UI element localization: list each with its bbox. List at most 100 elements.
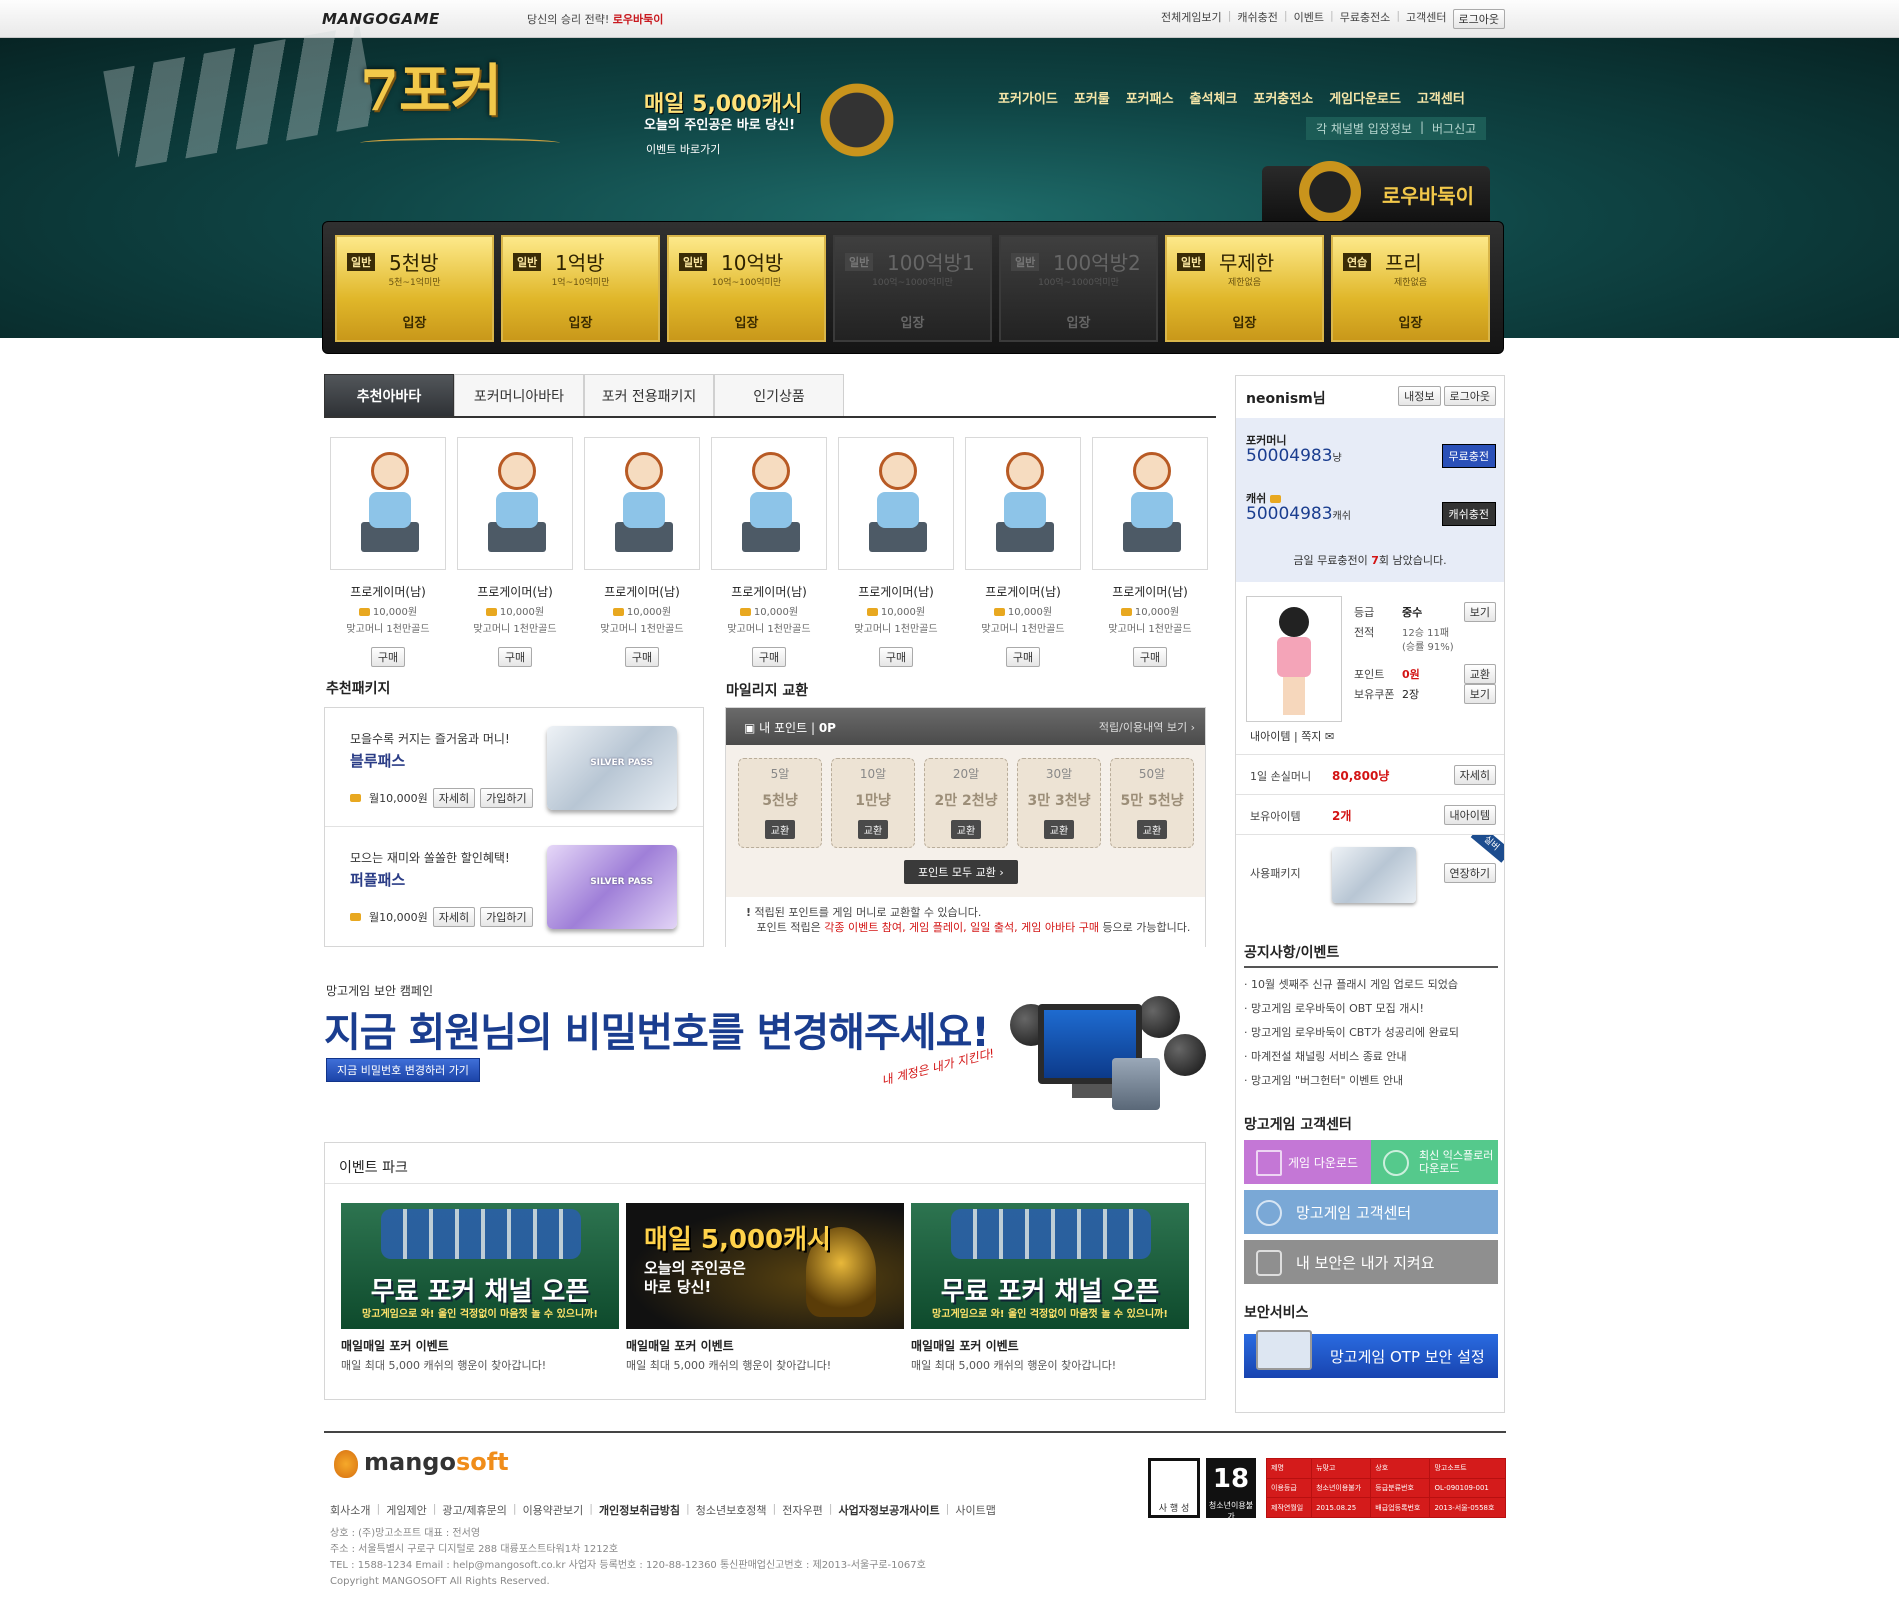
avatar-item[interactable]: 프로게이머(남) 10,000원 맞고머니 1천만골드 구매 xyxy=(838,437,954,667)
exchange-all-button[interactable]: 포인트 모두 교환 › xyxy=(904,860,1018,884)
mangosoft-logo[interactable]: mangosoft xyxy=(364,1448,509,1476)
avatar-image[interactable] xyxy=(1092,437,1208,570)
avatar-buy-button[interactable]: 구매 xyxy=(625,647,659,667)
top-nav-all-games[interactable]: 전체게임보기 xyxy=(1161,9,1222,29)
game-title[interactable]: 7포커 xyxy=(360,46,502,127)
event-title[interactable]: 매일매일 포커 이벤트 xyxy=(911,1337,1189,1354)
site-logo[interactable]: MANGOGAME xyxy=(322,10,440,28)
avatar-item[interactable]: 프로게이머(남) 10,000원 맞고머니 1천만골드 구매 xyxy=(457,437,573,667)
package-join-button[interactable]: 가입하기 xyxy=(480,788,533,808)
loss-detail-button[interactable]: 자세히 xyxy=(1453,765,1496,785)
tab-poker-money-avatar[interactable]: 포커머니아바타 xyxy=(454,374,584,416)
slogan-brand[interactable]: 로우바둑이 xyxy=(613,13,664,26)
top-nav-event[interactable]: 이벤트 xyxy=(1294,9,1324,29)
footer-link[interactable]: 개인정보취급방침 xyxy=(599,1502,680,1518)
nav-support[interactable]: 고객센터 xyxy=(1417,88,1465,107)
footer-link[interactable]: 이용약관보기 xyxy=(523,1502,584,1518)
tab-popular[interactable]: 인기상품 xyxy=(714,374,844,416)
avatar-buy-button[interactable]: 구매 xyxy=(371,647,405,667)
package-thumbnail[interactable] xyxy=(1332,847,1416,903)
event-title[interactable]: 매일매일 포커 이벤트 xyxy=(626,1337,904,1354)
event-banner[interactable]: 무료 포커 채널 오픈 망고게임으로 와! 올인 걱정없이 마음껏 놀 수 있으… xyxy=(341,1203,619,1329)
package-detail-button[interactable]: 자세히 xyxy=(432,788,476,808)
footer-link[interactable]: 회사소개 xyxy=(330,1502,370,1518)
otp-button[interactable]: 망고게임 OTP 보안 설정 xyxy=(1244,1330,1498,1378)
extend-package-button[interactable]: 연장하기 xyxy=(1443,863,1496,883)
room-enter-button[interactable]: 입장 xyxy=(1167,312,1322,331)
nav-poker-rule[interactable]: 포커룰 xyxy=(1074,88,1110,107)
avatar-image[interactable] xyxy=(584,437,700,570)
room-card[interactable]: 일반 무제한 제한없음 입장 xyxy=(1165,235,1324,342)
package-title[interactable]: 블루패스 xyxy=(350,750,405,771)
event-link[interactable]: 이벤트 바로가기 xyxy=(646,141,720,157)
security-guide-button[interactable]: 내 보안은 내가 지켜요 xyxy=(1244,1240,1498,1284)
user-avatar[interactable] xyxy=(1246,596,1342,722)
package-join-button[interactable]: 가입하기 xyxy=(480,907,533,927)
footer-link[interactable]: 사업자정보공개사이트 xyxy=(838,1502,939,1518)
package-detail-button[interactable]: 자세히 xyxy=(432,907,476,927)
mileage-exchange-button[interactable]: 교환 xyxy=(857,820,889,839)
room-card[interactable]: 일반 1억방 1억~10억미만 입장 xyxy=(501,235,660,342)
top-nav-cash[interactable]: 캐쉬충전 xyxy=(1237,9,1277,29)
room-card[interactable]: 연습 프리 제한없음 입장 xyxy=(1331,235,1490,342)
event-item[interactable]: 무료 포커 채널 오픈 망고게임으로 와! 올인 걱정없이 마음껏 놀 수 있으… xyxy=(911,1203,1189,1373)
notice-item[interactable]: · 망고게임 로우바둑이 OBT 모집 개시! xyxy=(1244,1000,1498,1016)
room-enter-button[interactable]: 입장 xyxy=(337,312,492,331)
avatar-image[interactable] xyxy=(838,437,954,570)
avatar-buy-button[interactable]: 구매 xyxy=(1006,647,1040,667)
note-link[interactable]: 쪽지 xyxy=(1301,730,1321,743)
avatar-image[interactable] xyxy=(457,437,573,570)
mileage-exchange-button[interactable]: 교환 xyxy=(1043,820,1075,839)
avatar-buy-button[interactable]: 구매 xyxy=(752,647,786,667)
mileage-exchange-button[interactable]: 교환 xyxy=(764,820,796,839)
nav-download[interactable]: 게임다운로드 xyxy=(1329,88,1401,107)
avatar-item[interactable]: 프로게이머(남) 10,000원 맞고머니 1천만골드 구매 xyxy=(330,437,446,667)
notice-item[interactable]: · 마계전설 채널링 서비스 종료 안내 xyxy=(1244,1048,1498,1064)
ie-download-button[interactable]: 최신 익스플로러 다운로드 xyxy=(1371,1140,1498,1184)
grade-view-button[interactable]: 보기 xyxy=(1463,602,1496,622)
mileage-exchange-button[interactable]: 교환 xyxy=(1136,820,1168,839)
notice-item[interactable]: · 10월 셋째주 신규 플래시 게임 업로드 되었습 xyxy=(1244,976,1498,992)
my-info-button[interactable]: 내정보 xyxy=(1398,386,1441,406)
avatar-buy-button[interactable]: 구매 xyxy=(498,647,532,667)
avatar-item[interactable]: 프로게이머(남) 10,000원 맞고머니 1천만골드 구매 xyxy=(1092,437,1208,667)
avatar-buy-button[interactable]: 구매 xyxy=(1133,647,1167,667)
download-button[interactable]: 게임 다운로드 xyxy=(1244,1140,1371,1184)
purple-pass-card-image[interactable]: SILVER PASS xyxy=(547,845,677,929)
package-title[interactable]: 퍼플패스 xyxy=(350,869,405,890)
avatar-image[interactable] xyxy=(965,437,1081,570)
nav-poker-pass[interactable]: 포커패스 xyxy=(1126,88,1174,107)
avatar-buy-button[interactable]: 구매 xyxy=(879,647,913,667)
top-nav-support[interactable]: 고객센터 xyxy=(1406,9,1446,29)
notice-item[interactable]: · 망고게임 "버그헌터" 이벤트 안내 xyxy=(1244,1072,1498,1088)
top-nav-free-charge[interactable]: 무료충전소 xyxy=(1340,9,1391,29)
nav-attendance[interactable]: 출석체크 xyxy=(1190,88,1238,107)
event-item[interactable]: 매일 5,000캐시 오늘의 주인공은 바로 당신! 매일매일 포커 이벤트 매… xyxy=(626,1203,904,1373)
event-title[interactable]: 매일매일 포커 이벤트 xyxy=(341,1337,619,1354)
avatar-item[interactable]: 프로게이머(남) 10,000원 맞고머니 1천만골드 구매 xyxy=(711,437,827,667)
avatar-image[interactable] xyxy=(330,437,446,570)
avatar-item[interactable]: 프로게이머(남) 10,000원 맞고머니 1천만골드 구매 xyxy=(965,437,1081,667)
free-charge-button[interactable]: 무료충전 xyxy=(1441,444,1496,468)
sub-nav-bug-report[interactable]: 버그신고 xyxy=(1432,120,1476,137)
avatar-image[interactable] xyxy=(711,437,827,570)
room-enter-button[interactable]: 입장 xyxy=(503,312,658,331)
change-password-button[interactable]: 지금 비밀번호 변경하러 가기 xyxy=(326,1058,480,1082)
notice-item[interactable]: · 망고게임 로우바둑이 CBT가 성공리에 완료되 xyxy=(1244,1024,1498,1040)
footer-link[interactable]: 광고/제휴문의 xyxy=(442,1502,506,1518)
silver-pass-card-image[interactable]: SILVER PASS xyxy=(547,726,677,810)
user-logout-button[interactable]: 로그아웃 xyxy=(1443,386,1496,406)
coupon-view-button[interactable]: 보기 xyxy=(1463,684,1496,704)
footer-link[interactable]: 게임제안 xyxy=(386,1502,426,1518)
event-banner[interactable]: 무료 포커 채널 오픈 망고게임으로 와! 올인 걱정없이 마음껏 놀 수 있으… xyxy=(911,1203,1189,1329)
avatar-item[interactable]: 프로게이머(남) 10,000원 맞고머니 1천만골드 구매 xyxy=(584,437,700,667)
logout-button[interactable]: 로그아웃 xyxy=(1452,9,1505,29)
nav-poker-guide[interactable]: 포커가이드 xyxy=(998,88,1058,107)
mileage-history-link[interactable]: 적립/이용내역 보기 › xyxy=(1099,719,1195,735)
tab-recommended-avatar[interactable]: 추천아바타 xyxy=(324,374,454,416)
my-items-link[interactable]: 내아이템 xyxy=(1250,730,1290,743)
nav-poker-charge[interactable]: 포커충전소 xyxy=(1253,88,1313,107)
footer-link[interactable]: 전자우편 xyxy=(782,1502,822,1518)
mileage-exchange-button[interactable]: 교환 xyxy=(950,820,982,839)
footer-link[interactable]: 사이트맵 xyxy=(955,1502,995,1518)
